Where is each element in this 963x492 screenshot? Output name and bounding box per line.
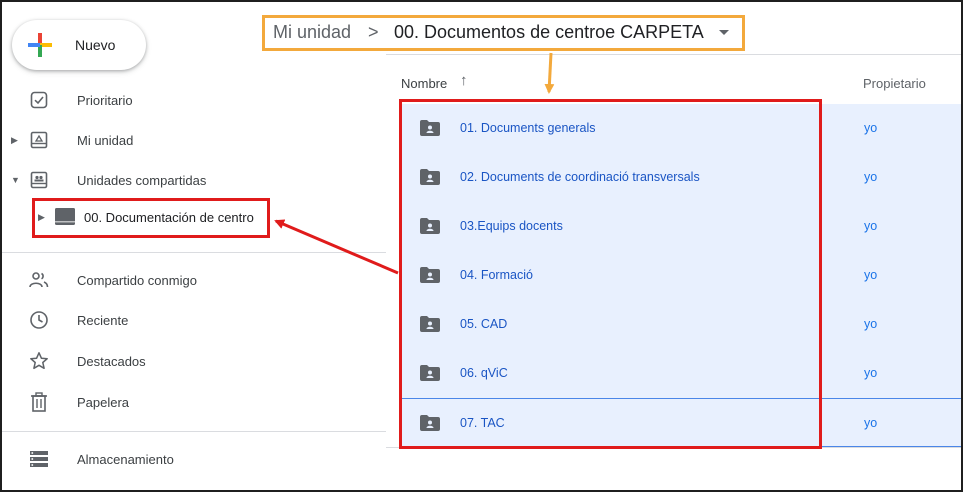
breadcrumb-chevron-icon: > — [368, 22, 379, 42]
file-name: 03.Equips docents — [460, 219, 563, 233]
shared-folder-icon — [420, 120, 440, 136]
star-icon — [28, 350, 50, 372]
sidebar-divider — [2, 252, 386, 253]
file-owner: yo — [864, 170, 878, 184]
column-header-name[interactable]: Nombre — [401, 76, 447, 91]
file-owner: yo — [864, 366, 878, 380]
sidebar-divider — [2, 431, 386, 432]
caret-down-icon[interactable]: ▼ — [11, 175, 20, 185]
sidebar-item-recent[interactable]: Reciente — [2, 300, 386, 340]
sidebar: Nuevo Prioritario ▶ Mi unidad ▼ Unidades… — [2, 2, 386, 490]
my-drive-icon — [28, 129, 50, 151]
annotation-sidebar-highlight — [32, 198, 270, 238]
storage-icon — [28, 448, 50, 470]
breadcrumb: Mi unidad > 00. Documentos de centroe CA… — [262, 15, 745, 51]
column-header-owner[interactable]: Propietario — [863, 76, 926, 91]
file-name: 01. Documents generals — [460, 121, 596, 135]
file-owner: yo — [864, 317, 878, 331]
people-icon — [28, 269, 50, 291]
file-row[interactable]: 03.Equips docents yo — [400, 202, 961, 251]
sidebar-item-label: Almacenamiento — [77, 451, 174, 467]
sidebar-item-label: Papelera — [77, 394, 130, 410]
file-row[interactable]: 04. Formació yo — [400, 251, 961, 300]
sort-arrow-up-icon[interactable]: ↑ — [460, 72, 468, 89]
shared-folder-icon — [420, 267, 440, 283]
file-row[interactable]: 06. qViC yo — [400, 349, 961, 398]
sidebar-item-label: Destacados — [77, 353, 146, 369]
sidebar-item-label: Reciente — [77, 312, 129, 328]
file-row[interactable]: 01. Documents generals yo — [400, 104, 961, 153]
file-list: 01. Documents generals yo 02. Documents … — [400, 104, 961, 447]
sidebar-item-label: Prioritario — [77, 92, 133, 108]
sidebar-item-shared-drives[interactable]: ▼ Unidades compartidas — [2, 160, 386, 200]
breadcrumb-root[interactable]: Mi unidad — [273, 22, 351, 43]
shared-folder-icon — [420, 169, 440, 185]
shared-folder-icon — [420, 316, 440, 332]
header-divider — [386, 54, 961, 55]
shared-folder-icon — [420, 365, 440, 381]
caret-right-icon[interactable]: ▶ — [11, 135, 18, 146]
plus-icon — [28, 33, 52, 57]
sidebar-item-starred[interactable]: Destacados — [2, 341, 386, 381]
file-owner: yo — [864, 219, 878, 233]
file-name: 02. Documents de coordinació transversal… — [460, 170, 700, 184]
sidebar-item-trash[interactable]: Papelera — [2, 382, 386, 422]
file-owner: yo — [864, 121, 878, 135]
sidebar-item-my-drive[interactable]: ▶ Mi unidad — [2, 120, 386, 160]
breadcrumb-current[interactable]: 00. Documentos de centroe CARPETA — [394, 22, 704, 43]
file-row[interactable]: 05. CAD yo — [400, 300, 961, 349]
clock-icon — [28, 309, 50, 331]
sidebar-item-shared-with-me[interactable]: Compartido conmigo — [2, 260, 386, 300]
sidebar-item-label: Compartido conmigo — [77, 272, 197, 288]
sidebar-item-label: Unidades compartidas — [77, 172, 207, 188]
list-bottom-divider — [386, 447, 961, 448]
priority-check-icon — [28, 89, 50, 111]
sidebar-item-priority[interactable]: Prioritario — [2, 80, 386, 120]
shared-folder-icon — [420, 415, 440, 431]
file-row[interactable]: 02. Documents de coordinació transversal… — [400, 153, 961, 202]
file-owner: yo — [864, 268, 878, 282]
sidebar-item-storage[interactable]: Almacenamiento — [2, 439, 386, 479]
file-name: 06. qViC — [460, 366, 508, 380]
new-button-label: Nuevo — [75, 37, 116, 53]
trash-icon — [28, 391, 50, 413]
shared-folder-icon — [420, 218, 440, 234]
file-row[interactable]: 07. TAC yo — [400, 398, 961, 447]
new-button[interactable]: Nuevo — [12, 20, 146, 70]
dropdown-caret-icon[interactable] — [719, 30, 729, 35]
file-name: 07. TAC — [460, 416, 505, 430]
file-name: 05. CAD — [460, 317, 508, 331]
sidebar-item-label: Mi unidad — [77, 132, 134, 148]
file-owner: yo — [864, 416, 878, 430]
file-name: 04. Formació — [460, 268, 533, 282]
shared-drives-icon — [28, 169, 50, 191]
